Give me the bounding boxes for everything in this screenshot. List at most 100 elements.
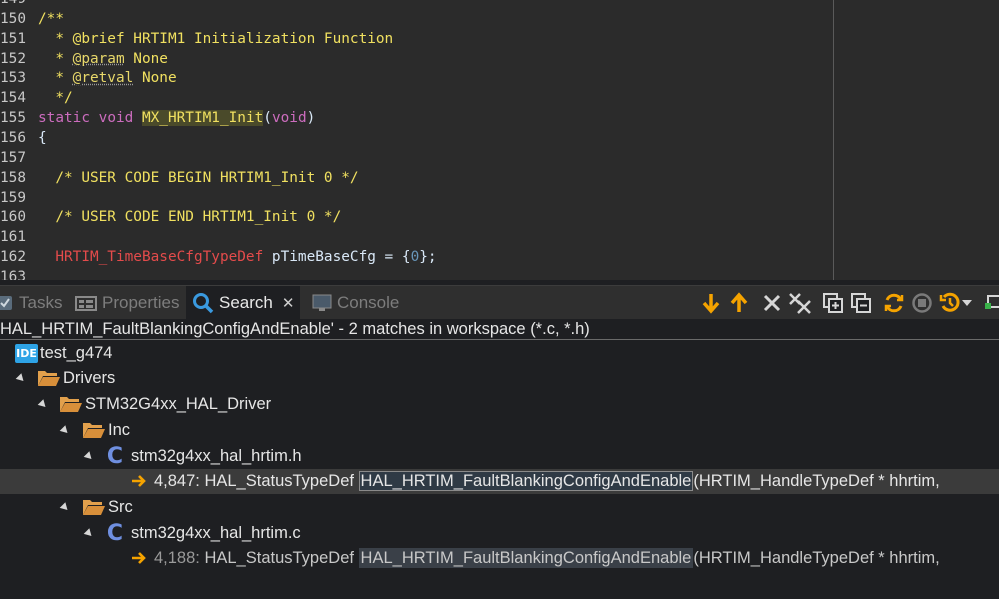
code-token: None [133, 70, 177, 87]
tree-item-folder-inc[interactable]: Inc [0, 418, 999, 443]
match-line-number: 4,847: [154, 472, 200, 490]
code-line[interactable]: 153 * @retval None [0, 68, 177, 88]
code-line[interactable]: 155 static void MX_HRTIM1_Init(void) [0, 108, 315, 128]
expand-arrow-icon[interactable] [59, 425, 71, 436]
code-line[interactable]: 154 */ [0, 88, 73, 108]
match-suffix: (HRTIM_HandleTypeDef * hhrtim, [693, 472, 940, 490]
line-number: 155 [0, 110, 26, 127]
code-token: /* USER CODE END HRTIM1_Init 0 */ [38, 209, 342, 226]
line-number: 163 [0, 268, 26, 280]
dropdown-icon[interactable] [960, 291, 974, 315]
match-prefix: HAL_StatusTypeDef [199, 472, 359, 490]
remove-match-icon[interactable] [760, 291, 784, 315]
tree-label: stm32g4xx_hal_hrtim.h [131, 447, 302, 465]
code-line[interactable]: 157 [0, 148, 38, 168]
code-line[interactable]: 159 [0, 188, 38, 208]
tree-item-file-header[interactable]: C stm32g4xx_hal_hrtim.h [0, 444, 999, 469]
code-token: HRTIM_TimeBaseCfgTypeDef [55, 249, 264, 266]
tab-search[interactable]: Search ✕ [186, 286, 301, 320]
run-search-again-icon[interactable] [882, 291, 906, 315]
code-token: @param [72, 50, 125, 67]
line-number: 160 [0, 209, 26, 226]
code-token: }; [419, 249, 437, 266]
expand-all-icon[interactable] [821, 291, 845, 315]
tree-label: test_g474 [40, 344, 113, 362]
c-file-icon: C [106, 443, 124, 469]
code-line[interactable]: 163 [0, 267, 38, 280]
tab-tasks[interactable]: Tasks [0, 286, 62, 320]
previous-match-icon[interactable] [727, 291, 751, 315]
tab-label: Properties [102, 293, 180, 312]
code-token: * @brief HRTIM1 Initialization Function [38, 30, 394, 47]
code-line[interactable]: 156 { [0, 128, 47, 148]
expand-arrow-icon[interactable] [15, 373, 27, 384]
expand-arrow-icon[interactable] [37, 399, 49, 410]
match-prefix: HAL_StatusTypeDef [199, 549, 359, 567]
match-text: 4,188: HAL_StatusTypeDef HAL_HRTIM_Fault… [154, 548, 940, 568]
tree-item-folder-src[interactable]: Src [0, 495, 999, 520]
tree-label: stm32g4xx_hal_hrtim.c [131, 524, 301, 542]
code-token: { [38, 129, 47, 146]
tree-item-folder-hal-driver[interactable]: STM32G4xx_HAL_Driver [0, 392, 999, 417]
code-line[interactable]: 152 * @param None [0, 49, 168, 69]
c-file-icon: C [106, 520, 124, 546]
match-highlight: HAL_HRTIM_FaultBlankingConfigAndEnable [358, 548, 694, 568]
line-number: 153 [0, 70, 26, 87]
tree-item-file-source[interactable]: C stm32g4xx_hal_hrtim.c [0, 521, 999, 546]
code-token: void [98, 110, 142, 127]
tree-label: STM32G4xx_HAL_Driver [85, 395, 272, 413]
close-icon[interactable]: ✕ [282, 294, 295, 312]
line-number: 157 [0, 149, 26, 166]
show-previous-searches-icon[interactable] [938, 291, 962, 315]
code-line[interactable]: 151 * @brief HRTIM1 Initialization Funct… [0, 29, 393, 49]
code-token: * [38, 50, 73, 67]
maximize-icon[interactable] [982, 291, 999, 315]
code-line[interactable]: 158 /* USER CODE BEGIN HRTIM1_Init 0 */ [0, 168, 359, 188]
console-icon [312, 294, 332, 312]
code-token: static [38, 110, 99, 127]
code-token: MX_HRTIM1_Init [141, 110, 264, 127]
next-match-icon[interactable] [699, 291, 723, 315]
line-number: 156 [0, 129, 26, 146]
tab-console[interactable]: Console [312, 286, 399, 320]
code-token: ( [263, 110, 272, 127]
folder-open-icon [82, 498, 106, 516]
search-summary: HAL_HRTIM_FaultBlankingConfigAndEnable' … [0, 319, 999, 340]
line-number: 152 [0, 50, 26, 67]
expand-arrow-icon[interactable] [83, 451, 95, 462]
code-token: @retval [72, 70, 134, 87]
expand-arrow-icon[interactable] [59, 502, 71, 513]
collapse-all-icon[interactable] [849, 291, 873, 315]
code-line[interactable]: 150 /** [0, 9, 64, 29]
line-number: 154 [0, 90, 26, 107]
code-line[interactable]: 160 /* USER CODE END HRTIM1_Init 0 */ [0, 207, 341, 227]
properties-icon [75, 294, 97, 312]
remove-all-matches-icon[interactable] [788, 291, 812, 315]
search-match-row[interactable]: 4,847: HAL_StatusTypeDef HAL_HRTIM_Fault… [0, 469, 999, 494]
match-highlight: HAL_HRTIM_FaultBlankingConfigAndEnable [358, 471, 694, 491]
search-match-row[interactable]: 4,188: HAL_StatusTypeDef HAL_HRTIM_Fault… [0, 546, 999, 571]
folder-open-icon [37, 369, 61, 387]
tasks-icon [0, 294, 14, 312]
tab-properties[interactable]: Properties [75, 286, 179, 320]
code-editor[interactable]: 149150 /** 151 * @brief HRTIM1 Initializat… [0, 0, 999, 280]
code-token: */ [38, 90, 73, 107]
code-token: pTimeBaseCfg = { [263, 249, 411, 266]
code-line[interactable]: 162 HRTIM_TimeBaseCfgTypeDef pTimeBaseCf… [0, 247, 437, 267]
line-number: 162 [0, 249, 26, 266]
print-margin-line [833, 0, 834, 280]
match-arrow-icon [131, 550, 147, 566]
tree-item-folder-drivers[interactable]: Drivers [0, 366, 999, 391]
code-token: /** [38, 10, 64, 27]
code-token: None [124, 50, 168, 67]
code-line[interactable]: 149 [0, 0, 38, 9]
cancel-search-icon[interactable] [910, 291, 934, 315]
code-line[interactable]: 161 [0, 227, 38, 247]
code-token: 0 [410, 249, 420, 266]
expand-arrow-icon[interactable] [83, 528, 95, 539]
line-number: 158 [0, 169, 26, 186]
folder-open-icon [59, 395, 83, 413]
tree-item-project[interactable]: IDE test_g474 [0, 341, 999, 366]
tree-label: Src [108, 498, 133, 516]
